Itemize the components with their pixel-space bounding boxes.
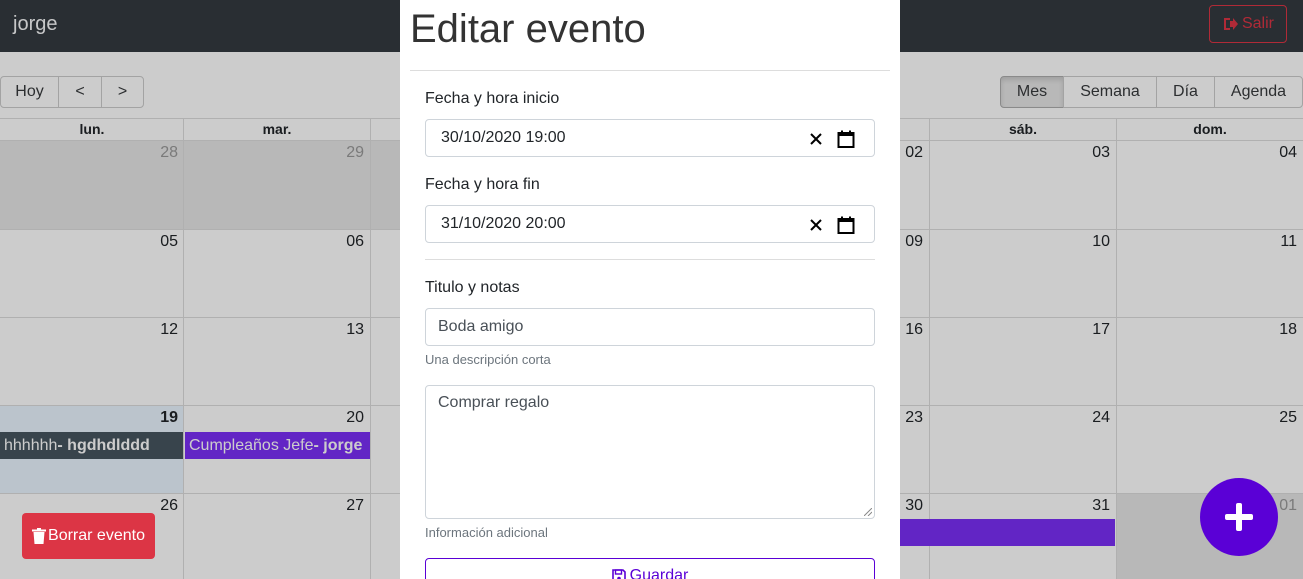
- event-notes-value: Comprar regalo: [438, 394, 550, 411]
- save-icon: [611, 569, 626, 579]
- trash-icon: [32, 528, 47, 544]
- delete-event-button[interactable]: Borrar evento: [22, 513, 155, 559]
- calendar-icon[interactable]: [837, 216, 855, 234]
- event-notes-textarea[interactable]: Comprar regalo: [425, 385, 875, 519]
- title-notes-label: Titulo y notas: [425, 279, 520, 296]
- title-help-text: Una descripción corta: [425, 352, 551, 367]
- calendar-icon[interactable]: [837, 130, 855, 148]
- end-datetime-input[interactable]: 31/10/2020 20:00: [425, 205, 875, 243]
- delete-event-label: Borrar evento: [48, 527, 145, 544]
- save-label: Guardar: [629, 567, 689, 579]
- clear-icon[interactable]: [809, 132, 823, 146]
- divider: [410, 70, 890, 71]
- save-button[interactable]: Guardar: [425, 558, 875, 579]
- add-event-button[interactable]: [1200, 478, 1278, 556]
- end-datetime-value: 31/10/2020 20:00: [441, 215, 566, 232]
- start-datetime-value: 30/10/2020 19:00: [441, 129, 566, 146]
- modal-title: Editar evento: [410, 7, 646, 51]
- clear-icon[interactable]: [809, 218, 823, 232]
- start-datetime-label: Fecha y hora inicio: [425, 90, 560, 107]
- end-datetime-label: Fecha y hora fin: [425, 176, 540, 193]
- notes-help-text: Información adicional: [425, 525, 548, 540]
- event-title-input[interactable]: Boda amigo: [425, 308, 875, 346]
- start-datetime-input[interactable]: 30/10/2020 19:00: [425, 119, 875, 157]
- plus-icon: [1225, 503, 1253, 531]
- edit-event-modal: Editar evento Fecha y hora inicio 30/10/…: [400, 0, 900, 579]
- divider: [425, 259, 875, 260]
- resize-grip-icon[interactable]: [864, 508, 872, 516]
